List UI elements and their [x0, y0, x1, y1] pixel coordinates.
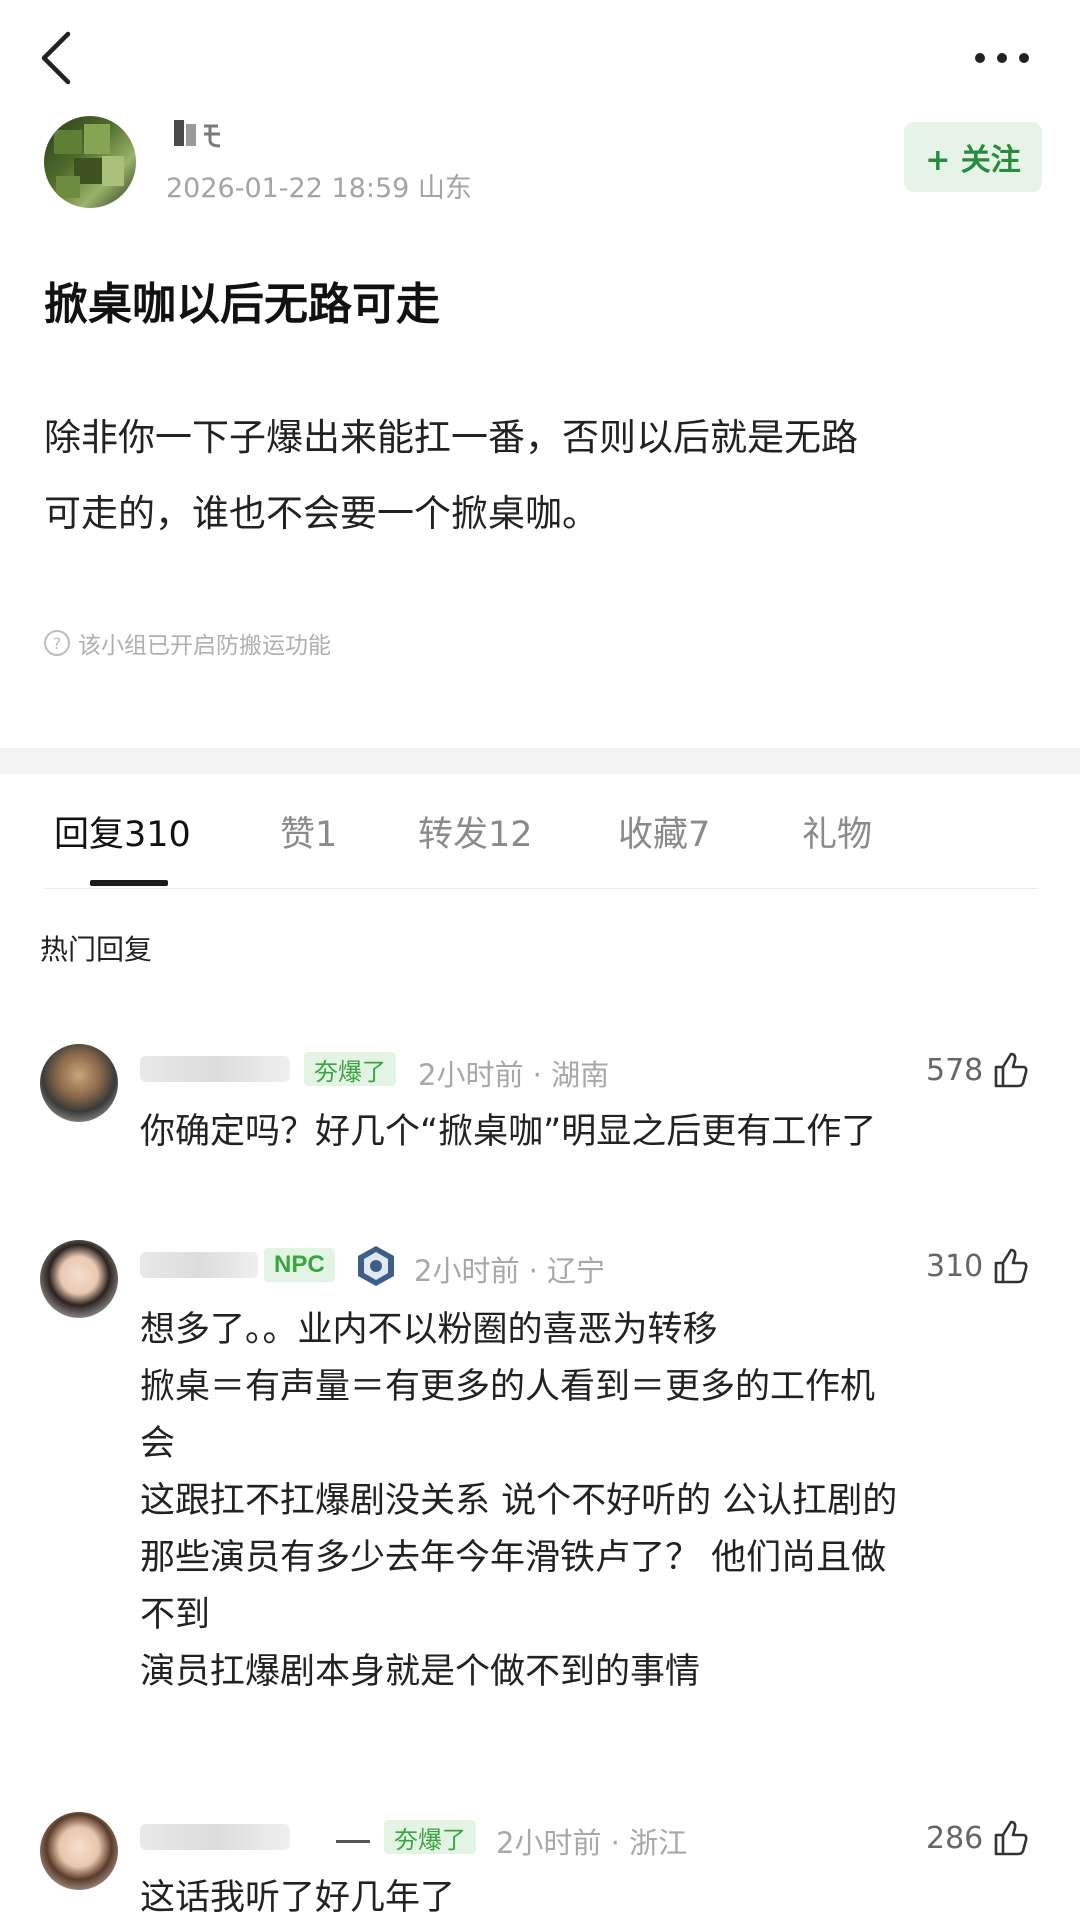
tab-favorites[interactable]: 收藏7	[618, 806, 710, 857]
like-icon	[994, 1820, 1028, 1856]
like-count: 578	[926, 1052, 984, 1088]
section-divider	[0, 748, 1080, 774]
follow-button[interactable]: + 关注	[904, 122, 1042, 192]
comment-badge: NPC	[264, 1248, 335, 1282]
comment-text: 这话我听了好几年了	[140, 1870, 455, 1927]
comment-username-blurred[interactable]	[140, 1056, 290, 1082]
tab-label: 收藏	[618, 815, 689, 855]
comment-line: 掀桌＝有声量＝有更多的人看到＝更多的工作机	[140, 1367, 876, 1407]
tab-label: 回复	[54, 815, 125, 855]
comment-like-button[interactable]: 310	[926, 1246, 1031, 1286]
comment-line: 你确定吗？好几个“掀桌咖”明显之后更有工作了	[140, 1112, 877, 1152]
like-count: 286	[926, 1820, 984, 1856]
tab-gifts[interactable]: 礼物	[802, 806, 872, 857]
tab-reposts[interactable]: 转发12	[418, 806, 533, 857]
back-icon[interactable]	[36, 30, 76, 86]
tab-count: 7	[688, 815, 711, 855]
comment-line: 演员扛爆剧本身就是个做不到的事情	[140, 1652, 701, 1692]
comment-meta: 2小时前 · 辽宁	[414, 1254, 606, 1288]
comment-avatar[interactable]	[40, 1812, 118, 1890]
username-dash	[336, 1840, 370, 1843]
rank-badge-icon	[358, 1246, 394, 1286]
tab-label: 转发	[418, 815, 489, 855]
comment-line: 想多了。。业内不以粉圈的喜恶为转移	[140, 1310, 718, 1350]
tab-count: 310	[124, 815, 191, 855]
comment-avatar[interactable]	[40, 1240, 118, 1318]
hot-replies-heading: 热门回复	[40, 933, 153, 966]
post-body-line: 除非你一下子爆出来能扛一番，否则以后就是无路	[44, 416, 858, 459]
active-tab-indicator	[90, 880, 168, 886]
like-count: 310	[926, 1248, 984, 1284]
tab-count: 1	[315, 815, 338, 855]
comment-text: 你确定吗？好几个“掀桌咖”明显之后更有工作了	[140, 1104, 876, 1161]
comment-username-blurred[interactable]	[140, 1252, 258, 1278]
notice-text: 该小组已开启防搬运功能	[78, 633, 331, 659]
comment-line: 不到	[140, 1595, 211, 1635]
comment-meta: 2小时前 · 浙江	[496, 1826, 688, 1860]
comment-text: 想多了。。业内不以粉圈的喜恶为转移 掀桌＝有声量＝有更多的人看到＝更多的工作机 …	[140, 1302, 1040, 1701]
comment-line: 这话我听了好几年了	[140, 1878, 456, 1918]
tab-replies[interactable]: 回复310	[54, 806, 191, 857]
comment-like-button[interactable]: 286	[926, 1818, 1031, 1858]
anti-repost-notice: ? 该小组已开启防搬运功能	[44, 626, 331, 660]
tabs-divider	[44, 888, 1038, 889]
comment-line: 会	[140, 1424, 176, 1464]
comment-badge: 夯爆了	[304, 1052, 396, 1086]
like-icon	[994, 1248, 1028, 1284]
tab-count: 12	[488, 815, 533, 855]
post-body: 除非你一下子爆出来能扛一番，否则以后就是无路 可走的，谁也不会要一个掀桌咖。	[44, 400, 1034, 552]
author-avatar[interactable]	[44, 116, 136, 208]
tab-likes[interactable]: 赞1	[280, 806, 337, 857]
tab-label: 礼物	[802, 815, 873, 855]
comment-like-button[interactable]: 578	[926, 1050, 1031, 1090]
post-meta: 2026-01-22 18:59 山东	[166, 173, 472, 204]
comment-username-blurred[interactable]	[140, 1824, 290, 1850]
more-icon[interactable]	[972, 46, 1032, 70]
tab-label: 赞	[280, 815, 316, 855]
comment-badge: 夯爆了	[384, 1820, 476, 1854]
comment-avatar[interactable]	[40, 1044, 118, 1122]
post-body-line: 可走的，谁也不会要一个掀桌咖。	[44, 492, 599, 535]
author-name-blurred[interactable]	[174, 114, 244, 154]
comment-line: 这跟扛不扛爆剧没关系 说个不好听的 公认扛剧的	[140, 1481, 898, 1521]
comment-meta: 2小时前 · 湖南	[418, 1058, 610, 1092]
post-title: 掀桌咖以后无路可走	[44, 279, 440, 330]
comment-line: 那些演员有多少去年今年滑铁卢了？ 他们尚且做	[140, 1538, 887, 1578]
like-icon	[994, 1052, 1028, 1088]
question-icon: ?	[44, 630, 70, 656]
